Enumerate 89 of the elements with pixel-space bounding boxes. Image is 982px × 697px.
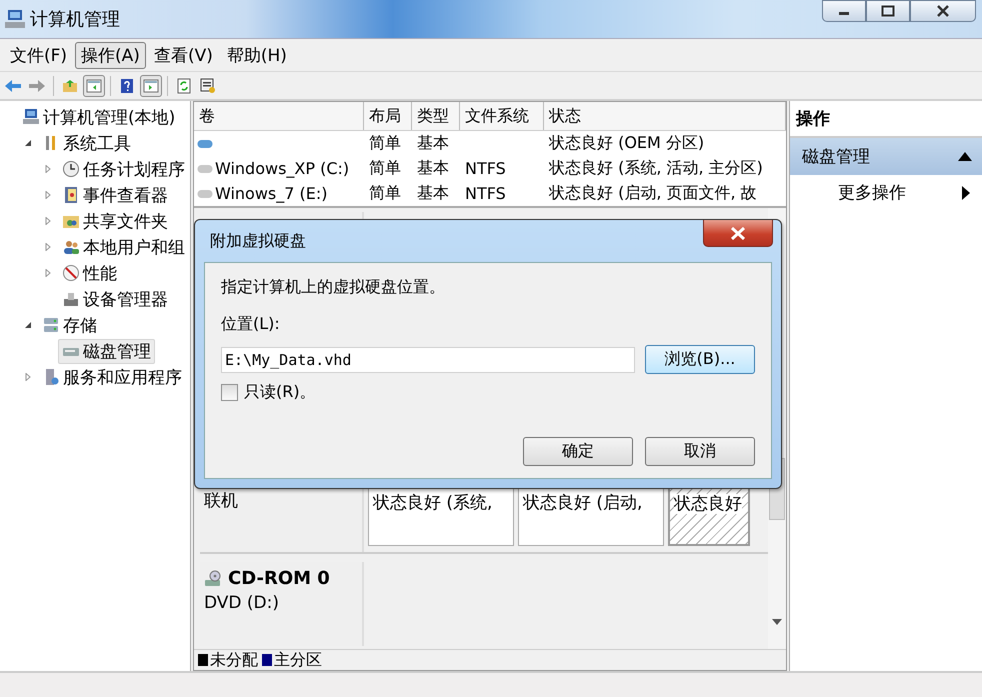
computer-icon <box>22 108 40 126</box>
help-icon <box>120 78 134 94</box>
action-item[interactable]: 更多操作 <box>790 175 982 210</box>
expand-arrow-icon[interactable] <box>44 243 52 251</box>
menu-item[interactable]: 查看(V) <box>148 42 219 68</box>
maximize-button[interactable] <box>866 0 910 22</box>
panel-icon <box>86 78 102 92</box>
properties-icon <box>200 78 216 94</box>
forward-arrow-icon <box>28 78 46 92</box>
log-book-icon <box>62 186 80 204</box>
action-section[interactable]: 磁盘管理 <box>790 138 982 175</box>
input-field[interactable]: E:\My_Data.vhd <box>221 346 635 372</box>
table-cell: NTFS <box>465 184 506 203</box>
storage-icon <box>42 316 60 334</box>
checkbox-label[interactable]: 只读(R)。 <box>244 382 316 403</box>
collapse-arrow-icon[interactable] <box>24 321 32 329</box>
expand-arrow-icon[interactable] <box>44 217 52 225</box>
back-arrow-icon <box>4 78 22 92</box>
expand-arrow-icon[interactable] <box>24 373 32 381</box>
prompt-text: 指定计算机上的虚拟硬盘位置。 <box>221 277 446 298</box>
computer-icon <box>4 9 26 29</box>
table-cell: 基本 <box>417 158 449 179</box>
close-button[interactable] <box>910 0 976 22</box>
console-tree-toggle[interactable] <box>83 74 105 96</box>
tree-item[interactable]: 性能 <box>58 260 121 286</box>
column-header[interactable]: 状态 <box>544 102 786 130</box>
menu-item[interactable]: 文件(F) <box>4 42 74 68</box>
table-cell: Windows_XP (C:) <box>215 159 350 178</box>
partition-status: 状态良好 (启动, <box>523 493 642 513</box>
table-cell: 状态良好 (OEM 分区) <box>549 133 704 154</box>
folder-icon <box>62 78 78 92</box>
table-cell: 简单 <box>369 133 401 154</box>
action-pane-toggle[interactable] <box>140 74 162 96</box>
table-cell: 基本 <box>417 183 449 204</box>
menu-item[interactable]: 操作(A) <box>75 42 146 68</box>
checkbox[interactable] <box>221 384 238 401</box>
maximize-icon <box>881 5 895 17</box>
column-header[interactable]: 类型 <box>412 102 460 130</box>
tree-item[interactable]: 服务和应用程序 <box>38 364 186 390</box>
dialog-title: 附加虚拟硬盘 <box>209 230 306 252</box>
users-icon <box>62 238 80 256</box>
legend-label: 未分配 <box>210 650 258 670</box>
partition-status: 状态良好 <box>674 494 742 514</box>
table-cell: Winows_7 (E:) <box>215 184 328 203</box>
window-title: 计算机管理 <box>30 8 120 31</box>
gauge-icon <box>62 264 80 282</box>
disk-state: 联机 <box>203 490 239 513</box>
tree-item[interactable]: 系统工具 <box>38 130 135 156</box>
panel-icon <box>143 78 159 92</box>
tree-item[interactable]: 事件查看器 <box>58 182 172 208</box>
dialog-button[interactable]: 确定 <box>523 437 633 466</box>
clock-icon <box>62 160 80 178</box>
dialog-button[interactable]: 取消 <box>645 437 755 466</box>
expand-arrow-icon[interactable] <box>44 165 52 173</box>
browse-button[interactable]: 浏览(B)... <box>645 345 755 374</box>
scroll-down-icon <box>772 619 782 625</box>
close-button[interactable] <box>703 220 773 247</box>
table-cell: 简单 <box>369 158 401 179</box>
tree-item[interactable]: 设备管理器 <box>58 286 172 312</box>
menu-item[interactable]: 帮助(H) <box>220 42 293 68</box>
table-cell: 状态良好 (系统, 活动, 主分区) <box>549 158 763 179</box>
disk-type: DVD (D:) <box>203 592 280 613</box>
expand-arrow-icon[interactable] <box>44 191 52 199</box>
legend-label: 主分区 <box>274 650 322 670</box>
table-cell: 基本 <box>417 133 449 154</box>
minimize-button[interactable] <box>822 0 866 22</box>
column-header[interactable]: 布局 <box>364 102 412 130</box>
tree-item[interactable]: 本地用户和组 <box>58 234 189 260</box>
submenu-arrow-icon <box>962 186 970 200</box>
disk-name: CD-ROM 0 <box>228 568 330 589</box>
tree-item[interactable]: 共享文件夹 <box>58 208 172 234</box>
column-header[interactable]: 文件系统 <box>460 102 544 130</box>
collapse-arrow-icon[interactable] <box>24 139 32 147</box>
refresh-icon <box>177 78 191 94</box>
table-cell: 状态良好 (启动, 页面文件, 故 <box>549 183 757 204</box>
tree-item[interactable]: 计算机管理(本地) <box>18 104 180 130</box>
tree-item[interactable]: 磁盘管理 <box>58 338 155 364</box>
close-icon <box>936 5 950 17</box>
table-cell: 简单 <box>369 183 401 204</box>
close-icon <box>730 226 746 240</box>
cd-drive-icon <box>204 570 222 588</box>
device-icon <box>62 290 80 308</box>
expand-arrow-icon[interactable] <box>44 269 52 277</box>
tree-item[interactable]: 存储 <box>38 312 101 338</box>
tree-item[interactable]: 任务计划程序 <box>58 156 189 182</box>
column-header[interactable]: 卷 <box>194 102 364 130</box>
partition-status: 状态良好 (系统, <box>373 493 492 513</box>
table-cell: NTFS <box>465 159 506 178</box>
field-label: 位置(L): <box>221 314 281 335</box>
